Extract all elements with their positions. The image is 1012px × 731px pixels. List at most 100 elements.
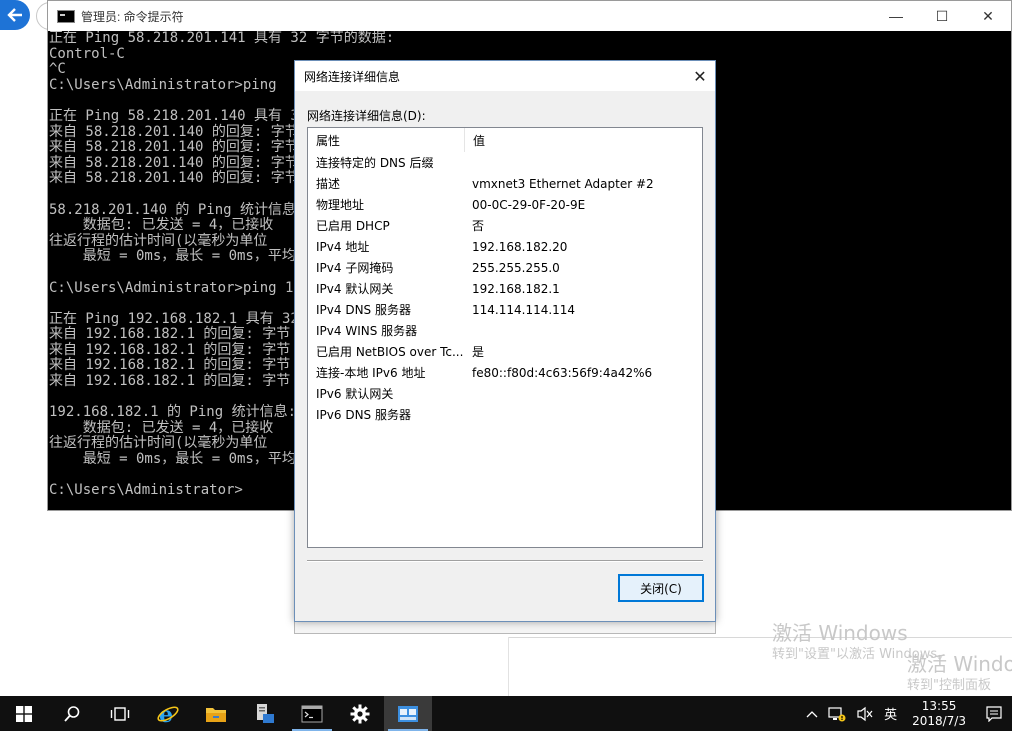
list-header: 属性 值 xyxy=(308,128,702,152)
chevron-up-icon xyxy=(806,710,818,717)
detail-property: 物理地址 xyxy=(316,198,365,212)
maximize-icon: ☐ xyxy=(935,7,949,24)
detail-row[interactable]: 连接特定的 DNS 后缀 xyxy=(308,152,702,173)
detail-row[interactable]: IPv4 地址 192.168.182.20 xyxy=(308,236,702,257)
cmd-icon xyxy=(301,705,323,722)
network-control-panel-icon xyxy=(398,705,418,722)
activation-watermark-text-2: 转到"控制面板 xyxy=(907,678,991,693)
detail-row[interactable]: 连接-本地 IPv6 地址 fe80::f80d:4c63:56f9:4a42%6 xyxy=(308,362,702,383)
detail-row[interactable]: IPv4 子网掩码 255.255.255.0 xyxy=(308,257,702,278)
detail-row[interactable]: 描述 vmxnet3 Ethernet Adapter #2 xyxy=(308,173,702,194)
detail-property: IPv4 WINS 服务器 xyxy=(316,324,418,338)
detail-value: 192.168.182.20 xyxy=(472,239,568,254)
detail-property: IPv4 地址 xyxy=(316,240,370,254)
detail-row[interactable]: IPv6 默认网关 xyxy=(308,383,702,404)
detail-property: IPv6 DNS 服务器 xyxy=(316,408,411,422)
detail-property: IPv4 DNS 服务器 xyxy=(316,303,411,317)
command-prompt-button[interactable] xyxy=(288,696,336,731)
start-button[interactable] xyxy=(0,696,48,731)
detail-property: 连接特定的 DNS 后缀 xyxy=(316,156,434,170)
detail-property: IPv6 默认网关 xyxy=(316,387,394,401)
close-dialog-button[interactable]: 关闭(C) xyxy=(618,574,704,602)
detail-value: 255.255.255.0 xyxy=(472,260,560,275)
activation-watermark-title-2: 激活 Windo xyxy=(907,652,1012,676)
detail-row[interactable]: 已启用 NetBIOS over Tc... 是 xyxy=(308,341,702,362)
ghost-window-edge xyxy=(508,637,509,697)
detail-value: fe80::f80d:4c63:56f9:4a42%6 xyxy=(472,365,653,380)
detail-row[interactable]: IPv4 默认网关 192.168.182.1 xyxy=(308,278,702,299)
ghost-window-edge xyxy=(508,637,1012,638)
close-button[interactable]: ✕ xyxy=(965,1,1011,31)
detail-property: 已启用 NetBIOS over Tc... xyxy=(316,345,464,359)
back-button[interactable] xyxy=(0,0,30,30)
detail-row[interactable]: IPv4 WINS 服务器 xyxy=(308,320,702,341)
column-header-value[interactable]: 值 xyxy=(464,128,485,152)
activation-watermark-title: 激活 Windows xyxy=(772,621,908,645)
maximize-button[interactable]: ☐ xyxy=(919,1,965,31)
search-button[interactable] xyxy=(48,696,96,731)
console-line: 正在 Ping 58.218.201.141 具有 32 字节的数据: xyxy=(49,31,395,46)
detail-row[interactable]: IPv4 DNS 服务器 114.114.114.114 xyxy=(308,299,702,320)
clock-time: 13:55 xyxy=(921,698,957,713)
settings-icon xyxy=(350,704,370,723)
divider xyxy=(307,560,703,562)
arrow-left-icon xyxy=(7,8,22,22)
dialog-close-button[interactable]: ✕ xyxy=(685,61,715,91)
column-header-property[interactable]: 属性 xyxy=(308,132,464,149)
close-icon: ✕ xyxy=(693,66,707,86)
network-details-dialog: 网络连接详细信息 ✕ 网络连接详细信息(D): 属性 值 连接特定的 DNS 后… xyxy=(294,60,716,622)
minimize-icon: — xyxy=(889,8,903,24)
cmd-title: 管理员: 命令提示符 xyxy=(81,9,184,24)
detail-property: IPv4 默认网关 xyxy=(316,282,394,296)
search-icon xyxy=(64,705,80,722)
detail-property: IPv4 子网掩码 xyxy=(316,261,394,275)
detail-value xyxy=(464,404,472,425)
taskbar: e 英 13:55 2018/7/3 xyxy=(0,696,1012,731)
detail-value: 192.168.182.1 xyxy=(472,281,560,296)
details-label: 网络连接详细信息(D): xyxy=(307,109,426,123)
detail-property: 描述 xyxy=(316,177,341,191)
dialog-title: 网络连接详细信息 xyxy=(304,69,401,84)
system-tray: 英 13:55 2018/7/3 xyxy=(801,696,1012,731)
task-view-button[interactable] xyxy=(96,696,144,731)
detail-value: vmxnet3 Ethernet Adapter #2 xyxy=(472,176,654,191)
cmd-titlebar[interactable]: 管理员: 命令提示符 — ☐ ✕ xyxy=(48,1,1011,31)
minimize-button[interactable]: — xyxy=(873,1,919,31)
server-manager-button[interactable] xyxy=(240,696,288,731)
detail-property: 连接-本地 IPv6 地址 xyxy=(316,366,426,380)
close-icon: ✕ xyxy=(982,7,994,24)
dialog-titlebar[interactable]: 网络连接详细信息 ✕ xyxy=(295,61,715,91)
ime-indicator[interactable]: 英 xyxy=(879,704,902,723)
start-icon xyxy=(16,705,32,722)
dialog-shadow xyxy=(294,622,716,634)
network-tray-button[interactable] xyxy=(823,706,851,722)
network-icon xyxy=(828,706,846,721)
detail-value: 114.114.114.114 xyxy=(472,302,576,317)
clock[interactable]: 13:55 2018/7/3 xyxy=(902,699,976,729)
network-control-panel-button[interactable] xyxy=(384,696,432,731)
notification-icon xyxy=(986,705,1002,722)
detail-value xyxy=(464,320,472,341)
volume-muted-icon xyxy=(857,706,873,721)
detail-row[interactable]: IPv6 DNS 服务器 xyxy=(308,404,702,425)
show-hidden-icons-button[interactable] xyxy=(801,710,823,718)
details-list[interactable]: 属性 值 连接特定的 DNS 后缀 描述 vmxnet3 Ethernet Adap… xyxy=(307,127,703,548)
file-explorer-button[interactable] xyxy=(192,696,240,731)
task-view-icon xyxy=(110,706,130,721)
detail-value: 否 xyxy=(472,219,485,233)
volume-tray-button[interactable] xyxy=(851,706,879,722)
detail-property: 已启用 DHCP xyxy=(316,219,390,233)
server-manager-icon xyxy=(257,703,274,723)
detail-value: 是 xyxy=(472,345,485,359)
detail-row[interactable]: 物理地址 00-0C-29-0F-20-9E xyxy=(308,194,702,215)
detail-value: 00-0C-29-0F-20-9E xyxy=(472,197,586,212)
detail-value xyxy=(464,152,472,173)
detail-value xyxy=(464,383,472,404)
clock-date: 2018/7/3 xyxy=(912,713,966,728)
cmd-window-icon xyxy=(57,9,75,23)
internet-explorer-button[interactable]: e xyxy=(144,696,192,731)
settings-button[interactable] xyxy=(336,696,384,731)
action-center-button[interactable] xyxy=(976,696,1012,731)
ie-icon: e xyxy=(157,702,179,726)
detail-row[interactable]: 已启用 DHCP 否 xyxy=(308,215,702,236)
